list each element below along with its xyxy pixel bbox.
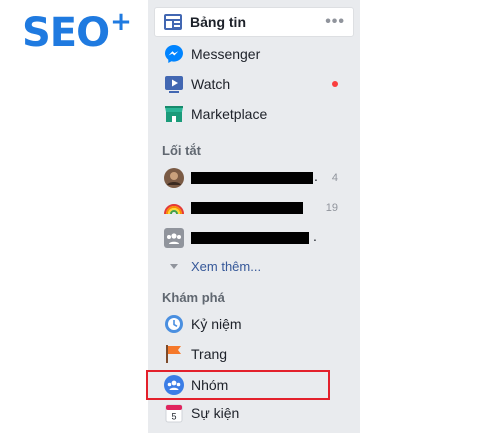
shortcut-item[interactable]: . — [156, 224, 352, 252]
shortcuts-heading: Lối tắt — [162, 143, 201, 158]
explore-item-memories[interactable]: Kỷ niệm — [156, 310, 352, 338]
nav-item-label: Bảng tin — [190, 14, 246, 30]
nav-item-label: Marketplace — [191, 106, 268, 122]
left-navigation-panel: Bảng tin ••• Messenger Watch Marketplace… — [148, 0, 360, 433]
group-icon — [164, 228, 184, 248]
nav-item-marketplace[interactable]: Marketplace — [156, 100, 352, 128]
profile-avatar-icon — [164, 168, 184, 188]
seo-logo: SEO+ — [22, 7, 132, 56]
explore-item-label: Kỷ niệm — [191, 316, 242, 332]
shortcut-count: 19 — [325, 202, 338, 214]
nav-item-label: Watch — [191, 76, 231, 92]
explore-item-label: Sự kiện — [191, 405, 240, 421]
groups-highlight-box — [146, 370, 330, 400]
shortcut-count: 4 — [331, 172, 338, 184]
redacted-label — [191, 232, 309, 244]
rainbow-icon — [164, 198, 184, 218]
nav-item-label: Messenger — [191, 46, 261, 62]
messenger-icon — [164, 44, 184, 64]
nav-item-watch[interactable]: Watch — [156, 70, 352, 98]
redacted-label — [191, 202, 303, 214]
pages-flag-icon — [164, 344, 184, 364]
news-feed-icon — [163, 12, 183, 32]
see-more-link[interactable]: Xem thêm... — [156, 252, 352, 280]
nav-item-news-feed[interactable]: Bảng tin ••• — [154, 7, 354, 37]
chevron-down-icon — [164, 256, 184, 276]
shortcut-trailing: . — [314, 168, 318, 184]
explore-item-pages[interactable]: Trang — [156, 340, 352, 368]
nav-item-messenger[interactable]: Messenger — [156, 40, 352, 68]
more-options-icon[interactable]: ••• — [325, 13, 345, 31]
watch-icon — [164, 74, 184, 94]
explore-item-events[interactable]: 5 Sự kiện — [156, 399, 352, 427]
logo-text: SEO — [22, 10, 110, 56]
notification-dot — [332, 81, 338, 87]
redacted-label — [191, 172, 313, 184]
shortcut-item[interactable]: 19 — [156, 194, 352, 222]
shortcut-item[interactable]: . 4 — [156, 164, 352, 192]
logo-plus: + — [110, 7, 132, 37]
calendar-day: 5 — [171, 412, 176, 422]
shortcut-trailing: . — [313, 228, 317, 244]
see-more-label: Xem thêm... — [191, 258, 262, 274]
memories-icon — [164, 314, 184, 334]
marketplace-icon — [164, 104, 184, 124]
explore-heading: Khám phá — [162, 290, 225, 305]
explore-item-label: Trang — [191, 346, 228, 362]
events-calendar-icon: 5 — [164, 403, 184, 423]
